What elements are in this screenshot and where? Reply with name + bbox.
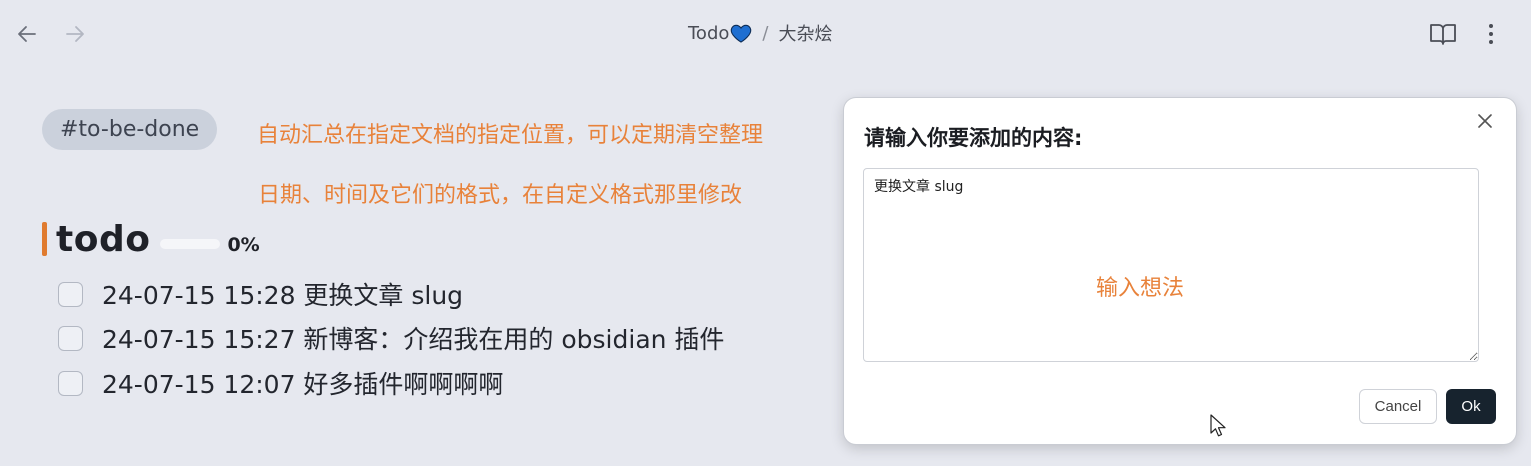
task-text: 24-07-15 12:07 好多插件啊啊啊啊 [102,370,504,399]
todo-heading: todo 0% [42,218,260,260]
app-window: Todo / 大杂烩 #to-be-done 自动汇总在指定文档的指定位置，可以… [0,0,1531,466]
breadcrumb-item-current[interactable]: 大杂烩 [778,20,832,46]
breadcrumb-separator: / [762,22,769,44]
forward-button[interactable] [61,20,89,48]
annotation-format: 日期、时间及它们的格式，在自定义格式那里修改 [258,183,743,208]
input-hint-label: 输入想法 [1096,276,1185,301]
task-checkbox[interactable] [58,281,83,307]
arrow-left-icon [18,26,36,42]
ok-button[interactable]: Ok [1446,389,1496,424]
mouse-pointer-icon [1210,414,1226,437]
progress-percent: 0% [227,234,260,256]
task-item: 24-07-15 15:28 更换文章 slug [58,276,463,312]
heading-accent-bar [42,222,47,256]
heading-text: todo [56,218,151,260]
breadcrumb: Todo / 大杂烩 [688,20,832,46]
progress-bar [160,239,221,249]
task-item: 24-07-15 12:07 好多插件啊啊啊啊 [58,365,503,401]
annotation-summary: 自动汇总在指定文档的指定位置，可以定期清空整理 [257,123,764,148]
task-text: 24-07-15 15:27 新博客：介绍我在用的 obsidian 插件 [102,325,725,354]
back-button[interactable] [13,20,41,48]
breadcrumb-item-todo[interactable]: Todo [688,23,729,44]
dialog-title: 请输入你要添加的内容: [864,126,1083,150]
arrow-right-icon [66,26,84,42]
add-content-dialog: 请输入你要添加的内容: 输入想法 Cancel Ok [844,98,1516,444]
task-text: 24-07-15 15:28 更换文章 slug [102,281,464,310]
tag-to-be-done[interactable]: #to-be-done [42,109,218,150]
task-checkbox[interactable] [58,325,83,351]
blue-heart-icon [731,24,752,43]
cancel-button[interactable]: Cancel [1359,389,1437,424]
book-open-icon[interactable] [1428,20,1458,48]
more-vertical-icon[interactable] [1479,20,1503,48]
close-icon[interactable] [1474,110,1496,132]
task-item: 24-07-15 15:27 新博客：介绍我在用的 obsidian 插件 [58,320,724,356]
task-checkbox[interactable] [58,370,83,396]
content-textarea[interactable] [863,168,1479,362]
